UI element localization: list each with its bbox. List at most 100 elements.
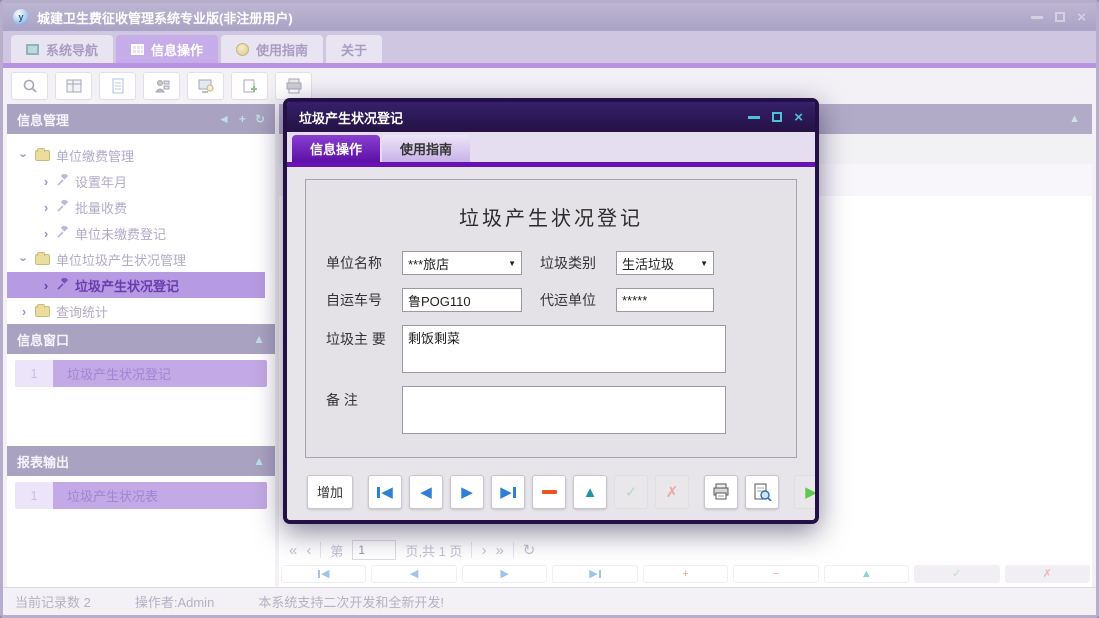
- garbage-type-label: 垃圾类别: [540, 253, 616, 273]
- agent-unit-input[interactable]: [616, 288, 714, 312]
- tab-system-nav[interactable]: 系统导航: [11, 35, 113, 63]
- expand-arrow-icon[interactable]: ›: [17, 254, 32, 264]
- prev-record-button[interactable]: ◀: [409, 475, 443, 509]
- last-record-button[interactable]: ▶: [491, 475, 525, 509]
- print-button[interactable]: [704, 475, 738, 509]
- minimize-icon[interactable]: [1031, 16, 1043, 19]
- edit-record-button[interactable]: ▲: [824, 565, 909, 583]
- next-page-icon[interactable]: ›: [481, 543, 486, 558]
- form-panel: 垃圾产生状况登记 单位名称 ***旅店 ▼ 垃圾类别 生活垃圾 ▼ 自运车号: [305, 179, 797, 458]
- dialog-maximize-icon[interactable]: [772, 112, 782, 122]
- dialog-tabbar: 信息操作 使用指南: [287, 132, 815, 162]
- panel-title: 信息窗口: [17, 330, 69, 349]
- chevron-down-icon: ▼: [696, 259, 708, 268]
- monitor-search-button[interactable]: [187, 72, 224, 100]
- monitor-search-icon: [197, 78, 215, 94]
- insert-record-button[interactable]: +: [643, 565, 728, 583]
- table-view-button[interactable]: [55, 72, 92, 100]
- add-icon[interactable]: +: [239, 113, 246, 125]
- expand-arrow-icon[interactable]: ›: [41, 174, 51, 189]
- tree-item-garbage-register[interactable]: › 垃圾产生状况登记: [7, 272, 265, 298]
- close-icon[interactable]: ×: [1077, 10, 1086, 25]
- tree-item-set-year-month[interactable]: › 设置年月: [7, 168, 275, 194]
- coin-icon: [236, 43, 249, 56]
- expand-arrow-icon[interactable]: ›: [41, 226, 51, 241]
- tree-item-batch-charge[interactable]: › 批量收费: [7, 194, 275, 220]
- unit-name-select[interactable]: ***旅店 ▼: [402, 251, 522, 275]
- cancel-record-button[interactable]: ✗: [1005, 565, 1090, 583]
- next-record-button[interactable]: ▶: [462, 565, 547, 583]
- print-preview-button[interactable]: [745, 475, 779, 509]
- dialog-close-icon[interactable]: ×: [794, 110, 803, 125]
- collapse-left-icon[interactable]: ◄: [218, 113, 230, 125]
- garbage-type-select[interactable]: 生活垃圾 ▼: [616, 251, 714, 275]
- garbage-register-dialog: 垃圾产生状况登记 × 信息操作 使用指南 垃圾产生状况登记 单位名称 ***旅店…: [283, 98, 819, 524]
- dialog-minimize-icon[interactable]: [748, 116, 760, 119]
- collapse-up-icon[interactable]: ▲: [253, 455, 265, 467]
- list-item[interactable]: 1 垃圾产生状况登记: [15, 360, 267, 387]
- doc-add-icon: [241, 78, 259, 94]
- first-record-button[interactable]: ◀: [281, 565, 366, 583]
- panel-header-info-windows: 信息窗口 ▲: [7, 324, 275, 354]
- folder-icon: [35, 150, 50, 161]
- prev-page-icon[interactable]: ‹: [306, 543, 311, 558]
- tab-info-operate[interactable]: 信息操作: [116, 35, 218, 63]
- garbage-main-textarea[interactable]: 剩饭剩菜: [402, 325, 726, 373]
- tree-folder-query-stats[interactable]: › 查询统计: [7, 298, 275, 324]
- cancel-record-button[interactable]: ✗: [655, 475, 689, 509]
- form-heading: 垃圾产生状况登记: [326, 202, 776, 231]
- next-record-button[interactable]: ▶: [450, 475, 484, 509]
- printer-button[interactable]: [275, 72, 312, 100]
- first-record-button[interactable]: ◀: [368, 475, 402, 509]
- run-button[interactable]: ▶: [794, 475, 819, 509]
- record-nav-bar: ◀ ◀ ▶ ▶ + − ▲ ✓ ✗: [279, 565, 1092, 587]
- page-number-input[interactable]: [352, 540, 396, 560]
- self-vehicle-input[interactable]: [402, 288, 522, 312]
- last-record-button[interactable]: ▶: [552, 565, 637, 583]
- refresh-icon[interactable]: ↻: [255, 113, 265, 125]
- restore-icon[interactable]: [1055, 12, 1065, 22]
- prev-record-button[interactable]: ◀: [371, 565, 456, 583]
- list-item[interactable]: 1 垃圾产生状况表: [15, 482, 267, 509]
- tree-label: 单位缴费管理: [56, 146, 134, 165]
- tree-label: 垃圾产生状况登记: [75, 276, 179, 295]
- tab-user-guide[interactable]: 使用指南: [221, 35, 323, 63]
- collapse-up-icon[interactable]: ▲: [1069, 113, 1080, 125]
- refresh-icon[interactable]: ↻: [523, 541, 536, 559]
- square-icon: [26, 44, 39, 55]
- post-record-button[interactable]: ✓: [914, 565, 999, 583]
- expand-arrow-icon[interactable]: ›: [17, 150, 32, 160]
- expand-arrow-icon[interactable]: ›: [19, 304, 29, 319]
- delete-record-button[interactable]: [532, 475, 566, 509]
- add-button[interactable]: 增加: [307, 475, 353, 509]
- tool-icon: [57, 226, 69, 241]
- panel-header-report-output: 报表输出 ▲: [7, 446, 275, 476]
- divider: [471, 542, 472, 558]
- list-item-label: 垃圾产生状况登记: [53, 360, 267, 387]
- unit-name-value: ***旅店: [408, 254, 449, 273]
- doc-add-button[interactable]: [231, 72, 268, 100]
- tree-folder-garbage-management[interactable]: › 单位垃圾产生状况管理: [7, 246, 275, 272]
- list-item-index: 1: [15, 360, 53, 387]
- tab-about[interactable]: 关于: [326, 35, 382, 63]
- last-page-icon[interactable]: »: [495, 543, 503, 558]
- remark-label: 备 注: [326, 386, 402, 410]
- expand-arrow-icon[interactable]: ›: [41, 278, 51, 293]
- collapse-up-icon[interactable]: ▲: [253, 333, 265, 345]
- tree-folder-unit-payment[interactable]: › 单位缴费管理: [7, 142, 275, 168]
- tree-item-unpaid-register[interactable]: › 单位未缴费登记: [7, 220, 275, 246]
- list-item-label: 垃圾产生状况表: [53, 482, 267, 509]
- post-record-button[interactable]: ✓: [614, 475, 648, 509]
- titlebar: y 城建卫生费征收管理系统专业版(非注册用户) ×: [3, 3, 1096, 31]
- first-page-icon[interactable]: «: [289, 543, 297, 558]
- remark-textarea[interactable]: [402, 386, 726, 434]
- folder-icon: [35, 254, 50, 265]
- search-button[interactable]: [11, 72, 48, 100]
- dialog-tab-user-guide[interactable]: 使用指南: [382, 135, 470, 162]
- edit-record-button[interactable]: ▲: [573, 475, 607, 509]
- expand-arrow-icon[interactable]: ›: [41, 200, 51, 215]
- document-button[interactable]: [99, 72, 136, 100]
- delete-record-button[interactable]: −: [733, 565, 818, 583]
- user-config-button[interactable]: [143, 72, 180, 100]
- dialog-tab-info-operate[interactable]: 信息操作: [292, 135, 380, 162]
